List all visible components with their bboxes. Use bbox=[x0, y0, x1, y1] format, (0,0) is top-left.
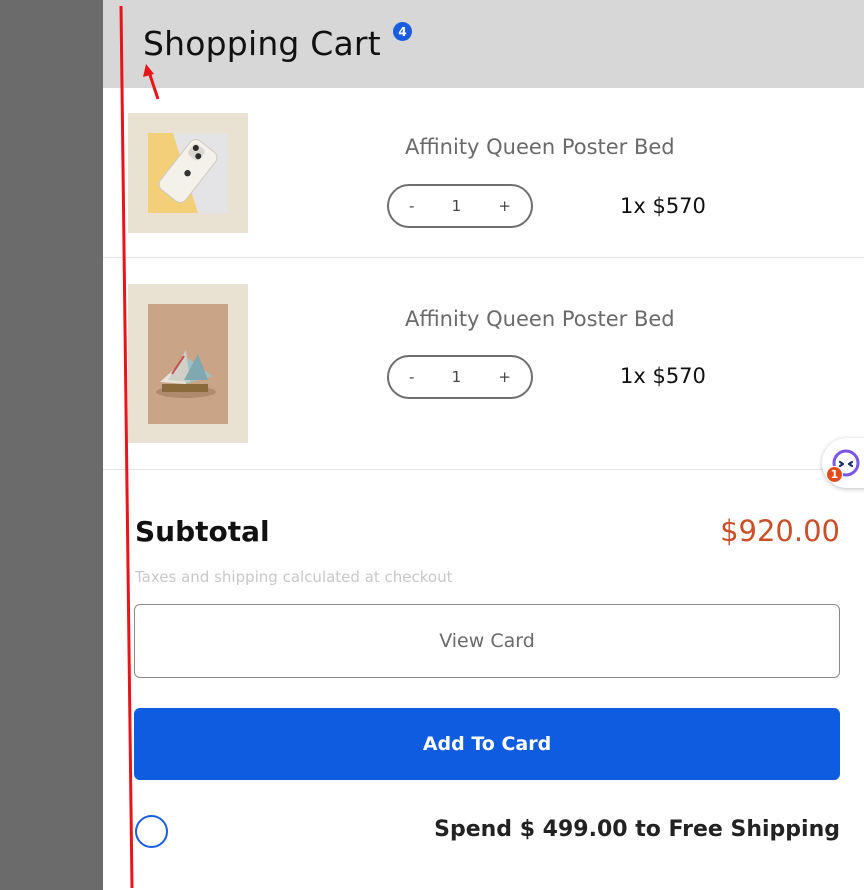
cart-header: Shopping Cart 4 bbox=[103, 0, 864, 88]
chat-widget-button[interactable]: 1 bbox=[822, 438, 864, 488]
qty-value[interactable]: 1 bbox=[452, 197, 462, 215]
free-shipping-progress-icon bbox=[135, 815, 168, 848]
item-price: 1x $570 bbox=[620, 194, 706, 218]
qty-value[interactable]: 1 bbox=[452, 368, 462, 386]
add-to-cart-button[interactable]: Add To Card bbox=[134, 708, 840, 780]
phone-product-image bbox=[128, 113, 248, 233]
cart-item: Affinity Queen Poster Bed - 1 + 1x $570 bbox=[103, 259, 864, 470]
qty-increase-button[interactable]: + bbox=[498, 368, 511, 386]
book-product-image bbox=[128, 284, 248, 443]
subtotal-value: $920.00 bbox=[720, 514, 840, 548]
tax-note: Taxes and shipping calculated at checkou… bbox=[135, 568, 453, 586]
qty-decrease-button[interactable]: - bbox=[409, 368, 414, 386]
quantity-stepper: - 1 + bbox=[387, 184, 533, 228]
qty-decrease-button[interactable]: - bbox=[409, 197, 414, 215]
quantity-stepper: - 1 + bbox=[387, 355, 533, 399]
product-name[interactable]: Affinity Queen Poster Bed bbox=[405, 135, 675, 159]
free-shipping-text: Spend $ 499.00 to Free Shipping bbox=[434, 817, 840, 842]
qty-increase-button[interactable]: + bbox=[498, 197, 511, 215]
subtotal-label: Subtotal bbox=[135, 515, 270, 548]
product-image[interactable] bbox=[128, 284, 248, 443]
cart-drawer: Shopping Cart 4 Affinity Queen Poster Be… bbox=[103, 0, 864, 890]
view-cart-button[interactable]: View Card bbox=[134, 604, 840, 678]
chat-notification-badge: 1 bbox=[826, 466, 843, 483]
product-image[interactable] bbox=[128, 113, 248, 233]
cart-item: Affinity Queen Poster Bed - 1 + 1x $570 bbox=[103, 88, 864, 258]
product-name[interactable]: Affinity Queen Poster Bed bbox=[405, 307, 675, 331]
item-price: 1x $570 bbox=[620, 364, 706, 388]
cart-count-badge: 4 bbox=[393, 22, 412, 41]
page-overlay[interactable] bbox=[0, 0, 103, 890]
cart-title: Shopping Cart bbox=[143, 24, 381, 63]
